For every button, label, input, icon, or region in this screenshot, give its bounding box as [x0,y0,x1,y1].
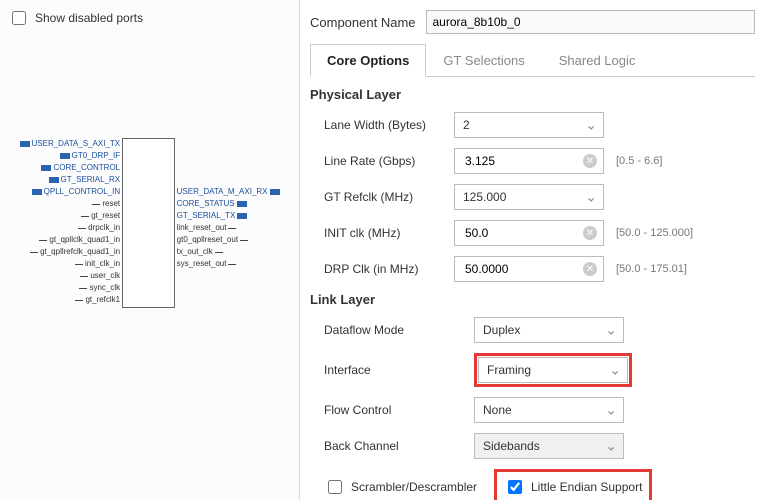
block-diagram: USER_DATA_S_AXI_TX GT0_DRP_IF CORE_CONTR… [20,138,280,308]
port-in: user_clk [80,270,120,282]
tab-core-options[interactable]: Core Options [310,44,426,77]
dataflow-select[interactable]: Duplex [474,317,624,343]
port-in: drpclk_in [78,222,120,234]
init-clk-input[interactable] [454,220,604,246]
interface-label: Interface [324,363,474,377]
init-clk-label: INIT clk (MHz) [324,226,454,240]
little-endian-highlight: Little Endian Support [494,469,652,500]
line-rate-label: Line Rate (Gbps) [324,154,454,168]
physical-layer-title: Physical Layer [310,87,755,102]
scrambler-input[interactable] [328,480,342,494]
back-channel-select[interactable]: Sidebands [474,433,624,459]
tab-shared-logic[interactable]: Shared Logic [542,44,653,76]
lane-width-label: Lane Width (Bytes) [324,118,454,132]
port-out: gt0_qpllreset_out [177,234,248,246]
port-in: USER_DATA_S_AXI_TX [20,138,121,150]
port-in: GT_SERIAL_RX [49,174,121,186]
port-in: GT0_DRP_IF [60,150,120,162]
scrambler-checkbox[interactable]: Scrambler/Descrambler [324,477,494,497]
gt-refclk-select[interactable]: 125.000 [454,184,604,210]
port-in: CORE_CONTROL [41,162,120,174]
component-name-label: Component Name [310,15,416,30]
drp-clk-input[interactable] [454,256,604,282]
line-rate-input[interactable] [454,148,604,174]
port-out: tx_out_clk [177,246,223,258]
port-in: init_clk_in [75,258,120,270]
port-in: QPLL_CONTROL_IN [32,186,120,198]
port-out: link_reset_out [177,222,237,234]
port-in: reset [92,198,120,210]
interface-select[interactable]: Framing [478,357,628,383]
port-out: GT_SERIAL_TX [177,210,248,222]
drp-clk-label: DRP Clk (in MHz) [324,262,454,276]
ip-block [122,138,175,308]
port-in: gt_qpllrefclk_quad1_in [30,246,120,258]
show-disabled-ports-checkbox[interactable]: Show disabled ports [8,8,291,28]
show-disabled-ports-label: Show disabled ports [35,11,143,25]
port-in: gt_refclk1 [75,294,120,306]
interface-highlight: Framing [474,353,632,387]
init-clk-hint: [50.0 - 125.000] [616,227,693,239]
scrambler-label: Scrambler/Descrambler [351,480,477,494]
flow-control-select[interactable]: None [474,397,624,423]
diagram-panel: Show disabled ports USER_DATA_S_AXI_TX G… [0,0,300,500]
gt-refclk-label: GT Refclk (MHz) [324,190,454,204]
flow-control-label: Flow Control [324,403,474,417]
port-in: gt_qpllclk_quad1_in [39,234,120,246]
config-panel: Component Name Core Options GT Selection… [300,0,765,500]
port-out: CORE_STATUS [177,198,247,210]
drp-clk-hint: [50.0 - 175.01] [616,263,687,275]
little-endian-input[interactable] [508,480,522,494]
line-rate-hint: [0.5 - 6.6] [616,155,662,167]
show-disabled-ports-input[interactable] [12,11,26,25]
tabs: Core Options GT Selections Shared Logic [310,44,755,77]
little-endian-checkbox[interactable]: Little Endian Support [498,473,648,500]
component-name-input[interactable] [426,10,756,34]
lane-width-select[interactable]: 2 [454,112,604,138]
port-out: sys_reset_out [177,258,237,270]
dataflow-label: Dataflow Mode [324,323,474,337]
back-channel-label: Back Channel [324,439,474,453]
port-out: USER_DATA_M_AXI_RX [177,186,280,198]
tab-gt-selections[interactable]: GT Selections [426,44,541,76]
port-in: gt_reset [81,210,120,222]
link-layer-title: Link Layer [310,292,755,307]
port-in: sync_clk [79,282,120,294]
little-endian-label: Little Endian Support [531,480,642,494]
